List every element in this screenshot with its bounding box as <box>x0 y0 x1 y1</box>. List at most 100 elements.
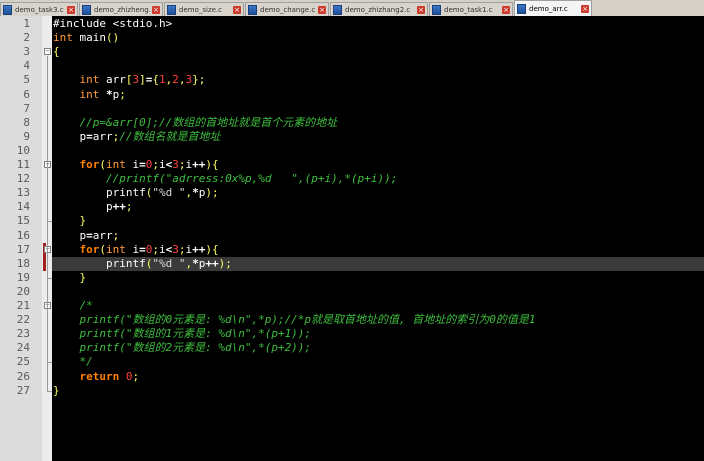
code-line[interactable]: 22 printf("数组的0元素是: %d\n",*p);//*p就是取首地址… <box>0 313 704 327</box>
code-editor[interactable]: 1 #include <stdio.h> 2 int main() 3{−4 5 int … <box>0 16 704 461</box>
line-number: 8 <box>23 115 30 129</box>
code-line[interactable]: 24 printf("数组的2元素是: %d\n",*(p+2)); <box>0 341 704 355</box>
code-text[interactable] <box>52 59 704 73</box>
code-token: int <box>53 31 73 45</box>
code-token: ++ <box>205 256 219 270</box>
code-line[interactable]: 2 int main() <box>0 31 704 45</box>
code-line[interactable]: 6 int *p; <box>0 88 704 102</box>
code-token: * <box>99 87 113 101</box>
fold-guide-end <box>47 362 52 364</box>
code-line[interactable]: 19 } <box>0 271 704 285</box>
fold-guide-line <box>47 253 48 278</box>
code-line[interactable]: 26 return 0; <box>0 370 704 384</box>
code-token: p <box>53 228 87 242</box>
code-text[interactable]: //p=&arr[0];//数组的首地址就是首个元素的地址 <box>52 116 704 130</box>
code-text[interactable]: int *p; <box>52 88 704 102</box>
close-tab-icon[interactable]: × <box>318 5 326 14</box>
code-line[interactable]: 14 p++; <box>0 200 704 214</box>
code-line[interactable]: 16 p=arr; <box>0 229 704 243</box>
line-number: 16 <box>16 228 30 242</box>
line-number: 12 <box>16 172 30 186</box>
code-token: int <box>53 73 100 87</box>
code-text[interactable]: p=arr;//数组名就是首地址 <box>52 130 704 144</box>
tab-demo_zhizhang2-c[interactable]: demo_zhizhang2.c × <box>330 2 428 16</box>
code-text[interactable]: for(int i=0;i<3;i++){ <box>52 158 704 172</box>
code-text[interactable]: printf("%d ",*p); <box>52 186 704 200</box>
code-token: * <box>192 186 199 200</box>
code-line[interactable]: 8 //p=&arr[0];//数组的首地址就是首个元素的地址 <box>0 116 704 130</box>
tab-label: demo_arr.c <box>529 4 568 13</box>
code-line[interactable]: 5 int arr[3]={1,2,3}; <box>0 73 704 87</box>
code-line[interactable]: 27} <box>0 384 704 398</box>
code-text[interactable]: } <box>52 214 704 228</box>
code-token: main <box>72 31 106 45</box>
code-text[interactable]: #include <stdio.h> <box>52 17 704 31</box>
code-text[interactable] <box>52 144 704 158</box>
code-line[interactable]: 20 <box>0 285 704 299</box>
tab-demo_change-c[interactable]: demo_change.c × <box>245 2 329 16</box>
close-tab-icon[interactable]: × <box>417 5 425 14</box>
code-token: = <box>139 242 146 256</box>
code-line[interactable]: 21 /*− <box>0 299 704 313</box>
code-text[interactable]: } <box>52 384 704 398</box>
code-text[interactable]: //printf("adrress:0x%p,%d ",(p+i),*(p+i)… <box>52 172 704 186</box>
code-token: printf <box>53 256 146 270</box>
line-number: 7 <box>23 101 30 115</box>
code-text[interactable]: p++; <box>52 200 704 214</box>
code-line[interactable]: 15 } <box>0 214 704 228</box>
close-tab-icon[interactable]: × <box>152 5 160 14</box>
code-token: return <box>53 369 120 383</box>
code-text[interactable]: int main() <box>52 31 704 45</box>
code-text[interactable] <box>52 285 704 299</box>
line-number: 10 <box>16 143 30 157</box>
code-token: i <box>125 158 140 171</box>
c-file-icon <box>167 4 176 15</box>
code-line[interactable]: 4 <box>0 59 704 73</box>
code-token: for <box>53 158 100 171</box>
code-text[interactable]: printf("数组的1元素是: %d\n",*(p+1)); <box>52 327 704 341</box>
code-line[interactable]: 13 printf("%d ",*p); <box>0 186 704 200</box>
tab-demo_zhizheng-c[interactable]: demo_zhizheng.c × <box>79 2 163 16</box>
tab-demo_task1-c[interactable]: demo_task1.c × <box>429 2 513 16</box>
code-text[interactable]: for(int i=0;i<3;i++){ <box>52 243 704 257</box>
code-line[interactable]: 9 p=arr;//数组名就是首地址 <box>0 130 704 144</box>
code-line[interactable]: 23 printf("数组的1元素是: %d\n",*(p+1)); <box>0 327 704 341</box>
code-token: arr <box>99 73 126 87</box>
code-token: printf("数组的0元素是: %d\n",*p);//*p就是取首地址的值,… <box>53 313 536 327</box>
code-token: ; <box>152 158 159 171</box>
code-line[interactable]: 3 {− <box>0 45 704 59</box>
code-line[interactable]: 25 */ <box>0 355 704 369</box>
close-tab-icon[interactable]: × <box>67 5 75 14</box>
code-line[interactable]: 12 //printf("adrress:0x%p,%d ",(p+i),*(p… <box>0 172 704 186</box>
code-line[interactable]: 1 #include <stdio.h> <box>0 17 704 31</box>
close-tab-icon[interactable]: × <box>233 5 241 14</box>
code-text[interactable]: /* <box>52 299 704 313</box>
fold-toggle-icon[interactable]: − <box>44 48 51 56</box>
line-number: 9 <box>23 129 30 143</box>
code-line[interactable]: 18 printf("%d ",*p++); <box>0 256 704 271</box>
code-token: //printf("adrress:0x%p,%d ",(p+i),*(p+i)… <box>53 172 398 186</box>
code-line[interactable]: 7 <box>0 102 704 116</box>
code-line[interactable]: 10 <box>0 144 704 158</box>
close-tab-icon[interactable]: × <box>581 4 589 13</box>
code-text[interactable]: int arr[3]={1,2,3}; <box>52 73 704 87</box>
tab-demo_size-c[interactable]: demo_size.c × <box>164 2 244 16</box>
code-text[interactable]: */ <box>52 355 704 369</box>
tab-demo_task3-c[interactable]: demo_task3.c × <box>0 2 78 16</box>
line-number: 23 <box>16 327 30 341</box>
code-text[interactable]: p=arr; <box>52 229 704 243</box>
code-text[interactable] <box>52 102 704 116</box>
code-text[interactable]: return 0; <box>52 370 704 384</box>
code-text[interactable]: printf("数组的2元素是: %d\n",*(p+2)); <box>52 341 704 355</box>
code-text[interactable]: printf("%d ",*p++); <box>52 256 704 271</box>
code-token: ++ <box>192 158 206 171</box>
code-text[interactable]: { <box>52 45 704 59</box>
tab-demo_arr-c[interactable]: demo_arr.c × <box>514 0 592 16</box>
code-token: = <box>86 129 93 143</box>
code-text[interactable]: } <box>52 271 704 285</box>
code-line[interactable]: 11 for(int i=0;i<3;i++){− <box>0 158 704 172</box>
code-line[interactable]: 17 for(int i=0;i<3;i++){− <box>0 242 704 257</box>
code-text[interactable]: printf("数组的0元素是: %d\n",*p);//*p就是取首地址的值,… <box>52 313 704 327</box>
code-token: i <box>125 242 140 256</box>
close-tab-icon[interactable]: × <box>502 5 510 14</box>
